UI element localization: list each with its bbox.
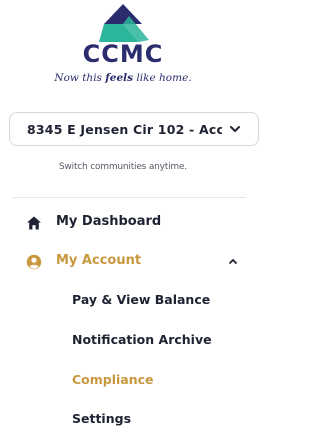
brand-tagline: Now this feels like home.: [54, 72, 192, 84]
nav-item-label: My Dashboard: [56, 214, 162, 229]
home-icon: [27, 216, 41, 230]
nav-item-label: My Account: [56, 253, 142, 268]
switch-communities-hint: Switch communities anytime.: [59, 162, 187, 172]
chevron-up-icon[interactable]: [228, 257, 238, 265]
dropdown-toggle[interactable]: [222, 113, 250, 145]
brand-logo[interactable]: CCMC Now this feels like home.: [0, 0, 246, 100]
ccmc-logo-icon: [99, 4, 149, 42]
subnav-item-compliance[interactable]: Compliance: [72, 372, 154, 387]
community-selected-value: 8345 E Jensen Cir 102 - Account: [27, 122, 227, 137]
brand-name: CCMC: [82, 40, 164, 68]
divider: [12, 197, 246, 198]
subnav-item-settings[interactable]: Settings: [72, 411, 131, 426]
user-circle-icon: [26, 254, 42, 270]
nav-item-my-account[interactable]: My Account: [0, 247, 246, 275]
nav-item-my-dashboard[interactable]: My Dashboard: [0, 208, 246, 236]
community-selector[interactable]: 8345 E Jensen Cir 102 - Account: [9, 112, 259, 146]
chevron-down-icon: [230, 126, 240, 132]
subnav-item-notification-archive[interactable]: Notification Archive: [72, 332, 212, 347]
subnav-item-pay-view-balance[interactable]: Pay & View Balance: [72, 292, 210, 307]
